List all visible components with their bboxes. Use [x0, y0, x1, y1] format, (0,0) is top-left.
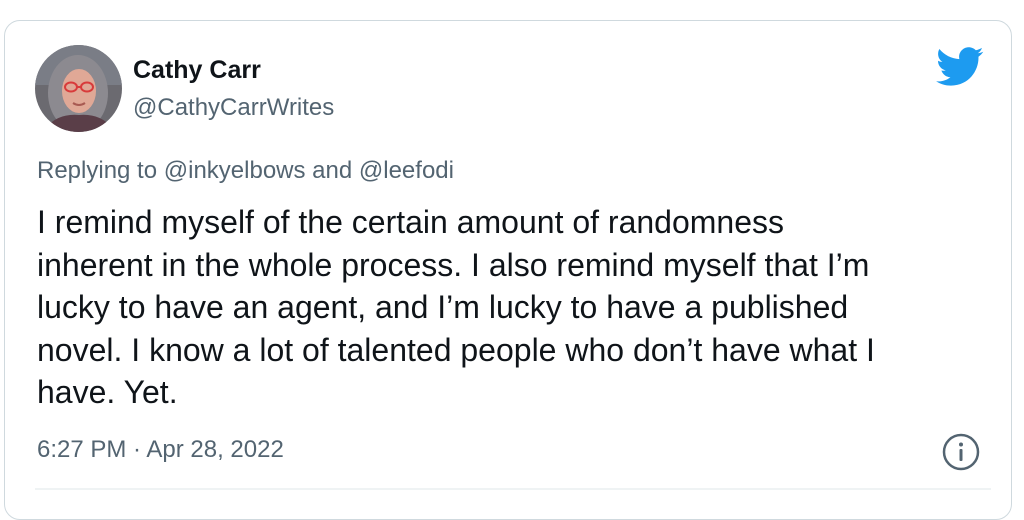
info-icon[interactable]: [941, 432, 981, 472]
mention-leefodi-link[interactable]: @leefodi: [359, 157, 454, 184]
twitter-bird-icon[interactable]: [936, 47, 984, 87]
replying-to-joiner: and: [305, 157, 359, 184]
tweet-timestamp-link[interactable]: 6:27 PM · Apr 28, 2022: [37, 436, 284, 464]
divider: [35, 488, 991, 490]
author-name[interactable]: Cathy Carr: [133, 56, 261, 85]
replying-to-line: Replying to @inkyelbows and @leefodi: [37, 157, 454, 185]
author-handle[interactable]: @CathyCarrWrites: [133, 94, 334, 122]
tweet-card: Cathy Carr @CathyCarrWrites Replying to …: [4, 20, 1012, 520]
avatar-image: [35, 45, 122, 132]
replying-to-label: Replying to: [37, 157, 164, 184]
mention-inkyelbows-link[interactable]: @inkyelbows: [164, 157, 306, 184]
twitter-bird-icon-graphic: [936, 47, 984, 86]
avatar[interactable]: [35, 45, 122, 132]
info-icon-graphic: [942, 433, 980, 471]
tweet-text: I remind myself of the certain amount of…: [37, 204, 875, 410]
